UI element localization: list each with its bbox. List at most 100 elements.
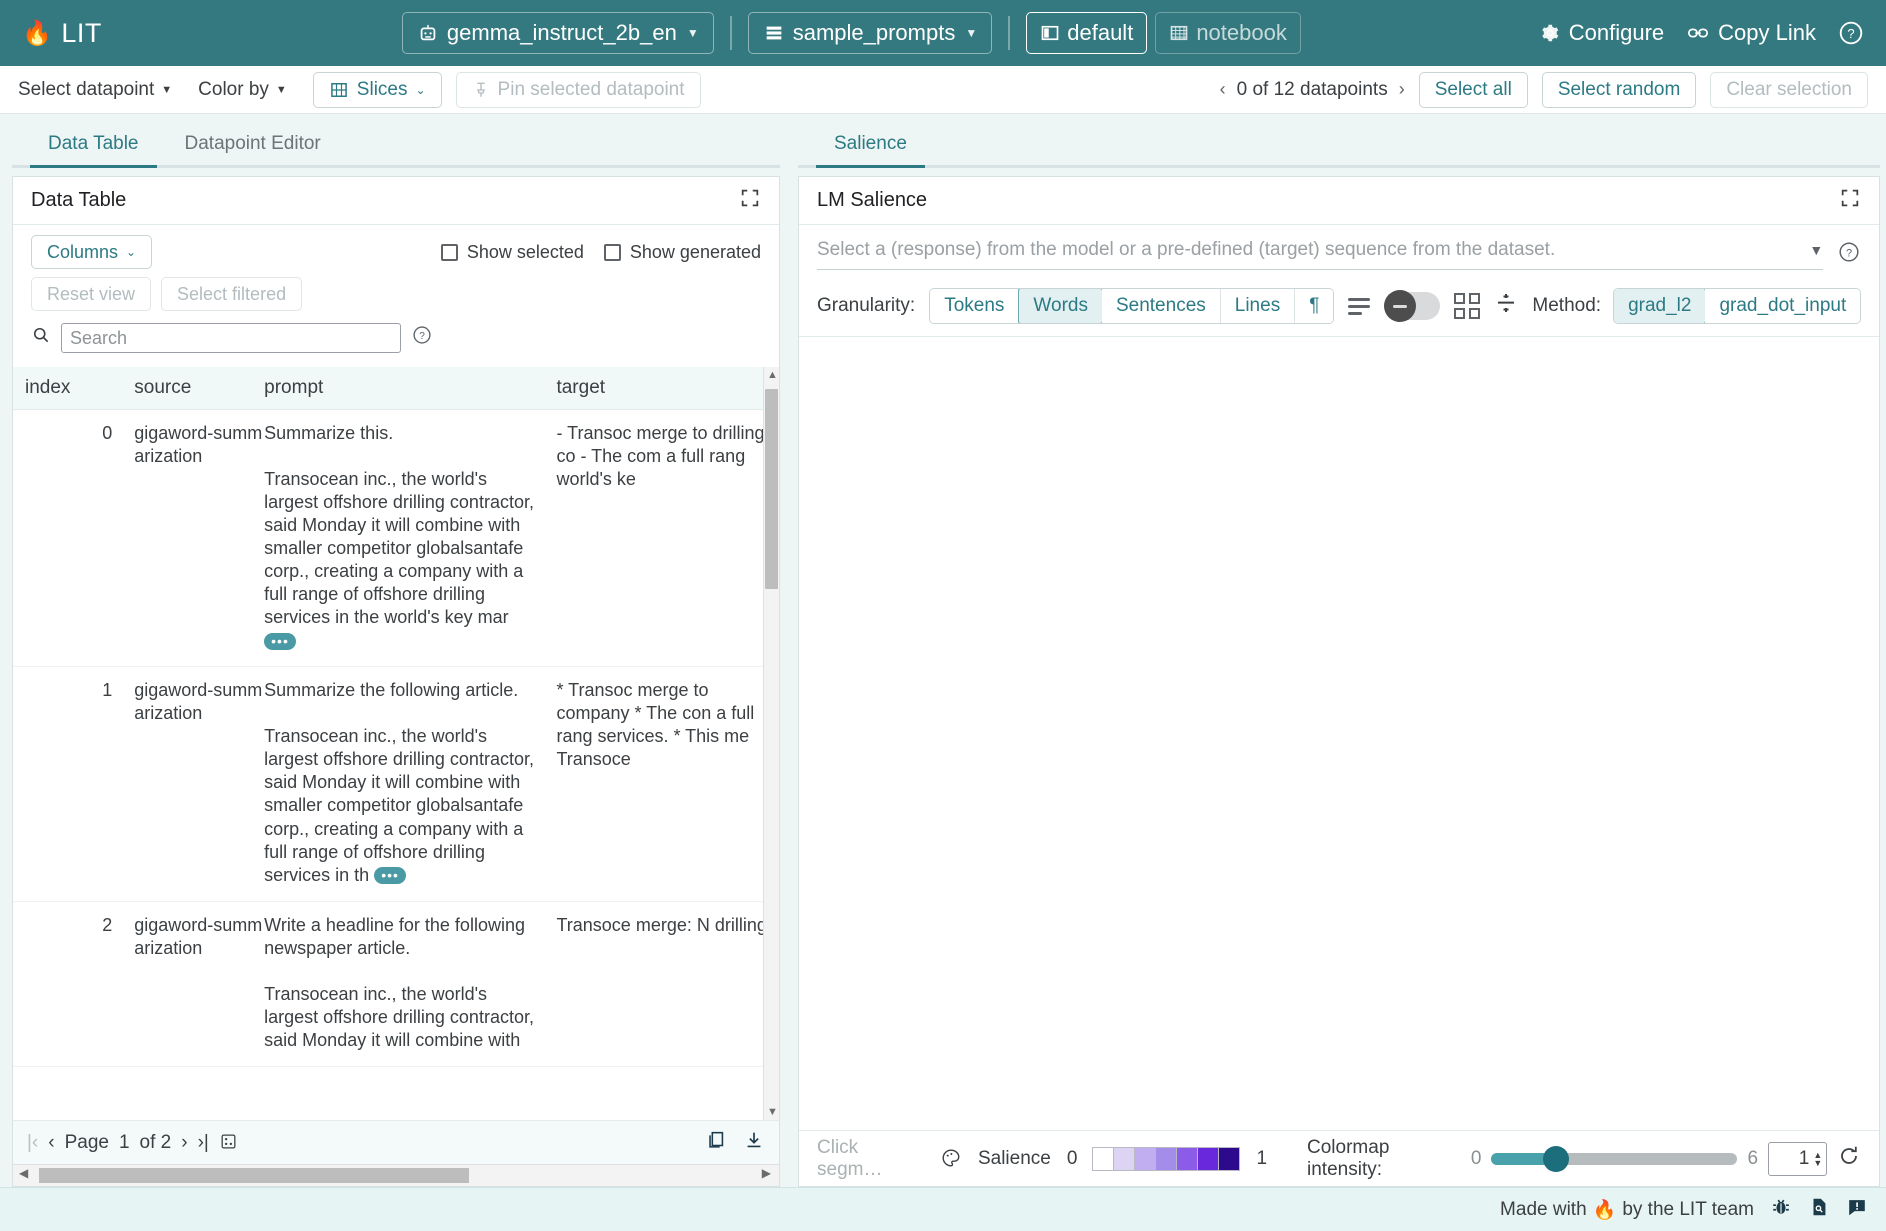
link-icon xyxy=(1686,22,1710,44)
show-selected-checkbox[interactable]: Show selected xyxy=(441,242,584,263)
table-header-row: index source prompt target xyxy=(13,367,773,410)
slider-knob[interactable] xyxy=(1543,1146,1569,1172)
reset-view-button[interactable]: Reset view xyxy=(31,277,151,311)
feedback-icon[interactable] xyxy=(1846,1196,1868,1223)
table-pager: |‹ ‹ Page 1 of 2 › ›| xyxy=(13,1120,779,1164)
tab-salience[interactable]: Salience xyxy=(816,133,925,165)
swatch-1 xyxy=(1113,1147,1135,1171)
configure-button[interactable]: Configure xyxy=(1539,20,1664,46)
docs-icon[interactable] xyxy=(1808,1196,1830,1223)
grid-view-icon[interactable] xyxy=(1454,293,1480,319)
app-header: 🔥 LIT gemma_instruct_2b_en ▼ sample_prom… xyxy=(0,0,1886,66)
cell-source: gigaword-summarization xyxy=(134,901,264,1066)
method-option-grad-l2[interactable]: grad_l2 xyxy=(1613,288,1706,324)
colormap-stepper[interactable]: 1 ▲▼ xyxy=(1768,1142,1827,1176)
expand-more-pill[interactable]: ••• xyxy=(264,633,296,650)
chevron-down-icon: ▼ xyxy=(965,26,977,40)
prev-page-icon[interactable]: ‹ xyxy=(48,1132,54,1154)
checkbox-box xyxy=(441,244,458,261)
search-input[interactable] xyxy=(61,323,401,353)
next-page-icon[interactable]: › xyxy=(181,1132,187,1154)
salience-canvas[interactable] xyxy=(799,337,1879,1130)
table-scroll-area[interactable]: index source prompt target 0 gigaword-su… xyxy=(13,367,779,1120)
colormap-slider[interactable] xyxy=(1491,1153,1737,1165)
random-page-icon[interactable] xyxy=(219,1132,238,1154)
granularity-option-paragraphs[interactable]: ¶ xyxy=(1295,289,1333,323)
column-header-target[interactable]: target xyxy=(556,367,773,410)
cell-target: Transoce merge: N drilling xyxy=(556,901,773,1066)
scroll-right-icon[interactable]: ▶ xyxy=(762,1166,771,1180)
cell-source: gigaword-summarization xyxy=(134,410,264,667)
pin-datapoint-button[interactable]: Pin selected datapoint xyxy=(456,72,701,108)
swatch-0 xyxy=(1092,1147,1114,1171)
table-row[interactable]: 1 gigaword-summarization Summarize the f… xyxy=(13,667,773,901)
scroll-left-icon[interactable]: ◀ xyxy=(19,1166,28,1180)
method-option-grad-dot-input[interactable]: grad_dot_input xyxy=(1705,289,1860,323)
granularity-option-sentences[interactable]: Sentences xyxy=(1102,289,1221,323)
model-selector[interactable]: gemma_instruct_2b_en ▼ xyxy=(402,12,714,54)
sequence-select-row: Select a (response) from the model or a … xyxy=(799,225,1879,280)
prev-datapoint-button[interactable]: ‹ xyxy=(1220,79,1226,100)
copy-link-button[interactable]: Copy Link xyxy=(1686,20,1816,46)
select-datapoint-dropdown[interactable]: Select datapoint ▼ xyxy=(18,79,172,101)
columns-button[interactable]: Columns ⌄ xyxy=(31,235,152,269)
column-header-source[interactable]: source xyxy=(134,367,264,410)
show-selected-label: Show selected xyxy=(467,242,584,263)
chevron-down-icon: ▼ xyxy=(1809,242,1823,258)
density-toggle[interactable] xyxy=(1384,292,1440,320)
download-icon[interactable] xyxy=(743,1129,765,1157)
slices-button[interactable]: Slices ⌄ xyxy=(313,72,442,108)
granularity-option-lines[interactable]: Lines xyxy=(1221,289,1295,323)
help-button[interactable]: ? xyxy=(1838,20,1864,46)
stepper-arrows[interactable]: ▲▼ xyxy=(1813,1151,1822,1167)
scroll-up-icon[interactable]: ▲ xyxy=(767,369,778,381)
layout-option-notebook[interactable]: notebook xyxy=(1155,12,1301,54)
column-header-prompt[interactable]: prompt xyxy=(264,367,556,410)
layout-option-default[interactable]: default xyxy=(1026,12,1147,54)
svg-text:?: ? xyxy=(419,331,425,342)
cell-target: - Transoc merge to drilling co - The com… xyxy=(556,410,773,667)
salience-color-swatches xyxy=(1093,1147,1240,1171)
pin-icon xyxy=(472,80,490,100)
bug-icon[interactable] xyxy=(1770,1196,1792,1223)
clear-selection-button[interactable]: Clear selection xyxy=(1710,72,1868,108)
vertical-density-icon[interactable] xyxy=(1494,291,1518,321)
select-filtered-button[interactable]: Select filtered xyxy=(161,277,302,311)
scroll-down-icon[interactable]: ▼ xyxy=(767,1106,778,1118)
expand-more-pill[interactable]: ••• xyxy=(374,867,406,884)
show-generated-checkbox[interactable]: Show generated xyxy=(604,242,761,263)
app-title: LIT xyxy=(61,18,102,49)
expand-icon[interactable] xyxy=(739,187,761,215)
select-random-button[interactable]: Select random xyxy=(1542,72,1697,108)
sequence-select[interactable]: Select a (response) from the model or a … xyxy=(817,239,1823,270)
swatch-2 xyxy=(1134,1147,1156,1171)
granularity-option-tokens[interactable]: Tokens xyxy=(930,289,1019,323)
help-circle-icon[interactable]: ? xyxy=(411,324,433,352)
copy-icon[interactable] xyxy=(705,1129,727,1157)
table-vertical-scrollbar[interactable]: ▲ ▼ xyxy=(763,367,779,1120)
granularity-option-words[interactable]: Words xyxy=(1018,288,1103,324)
select-all-button[interactable]: Select all xyxy=(1419,72,1528,108)
reset-icon[interactable] xyxy=(1837,1144,1861,1174)
color-by-dropdown[interactable]: Color by ▼ xyxy=(198,79,287,101)
expand-icon[interactable] xyxy=(1839,187,1861,215)
cell-index: 1 xyxy=(13,667,134,901)
scrollbar-thumb[interactable] xyxy=(765,389,778,589)
first-page-icon[interactable]: |‹ xyxy=(27,1132,38,1154)
salience-legend-min: 0 xyxy=(1067,1148,1078,1170)
table-row[interactable]: 0 gigaword-summarization Summarize this.… xyxy=(13,410,773,667)
tab-data-table[interactable]: Data Table xyxy=(30,133,157,165)
gear-icon xyxy=(1539,22,1561,44)
help-circle-icon[interactable]: ? xyxy=(1837,240,1861,270)
last-page-icon[interactable]: ›| xyxy=(198,1132,209,1154)
dataset-selector[interactable]: sample_prompts ▼ xyxy=(748,12,993,54)
tab-datapoint-editor[interactable]: Datapoint Editor xyxy=(167,133,339,165)
column-header-index[interactable]: index xyxy=(13,367,134,410)
slider-max-label: 6 xyxy=(1747,1148,1758,1170)
table-horizontal-scrollbar[interactable]: ◀ ▶ xyxy=(13,1164,779,1186)
salience-hint: Click segm… xyxy=(817,1137,924,1181)
next-datapoint-button[interactable]: › xyxy=(1399,79,1405,100)
table-row[interactable]: 2 gigaword-summarization Write a headlin… xyxy=(13,901,773,1066)
hscrollbar-thumb[interactable] xyxy=(39,1168,469,1183)
dense-lines-icon[interactable] xyxy=(1348,298,1370,315)
